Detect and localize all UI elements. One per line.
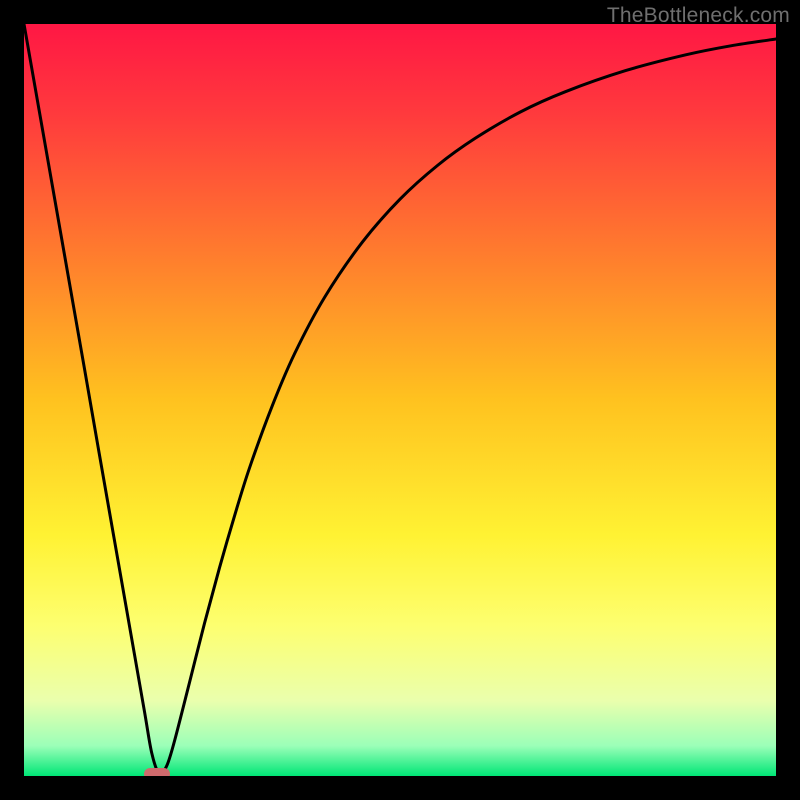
- watermark-text: TheBottleneck.com: [607, 4, 790, 28]
- chart-frame: TheBottleneck.com: [0, 0, 800, 800]
- bottleneck-curve: [24, 24, 776, 776]
- optimal-point-marker: [144, 768, 170, 776]
- plot-area: [24, 24, 776, 776]
